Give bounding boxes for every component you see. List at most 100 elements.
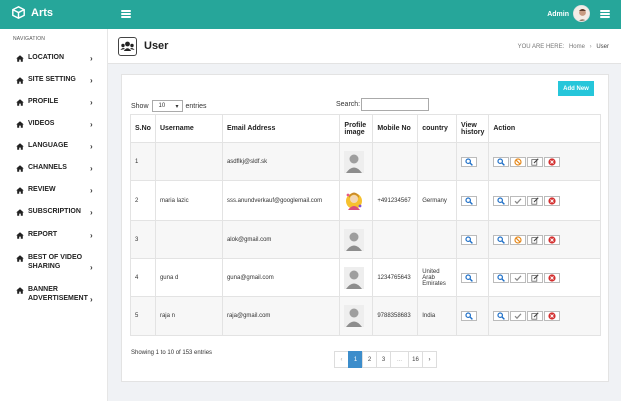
default-avatar-icon xyxy=(344,305,368,327)
brand[interactable]: Arts xyxy=(12,6,53,19)
edit-icon[interactable] xyxy=(527,272,544,283)
chevron-right-icon: › xyxy=(90,98,93,107)
default-avatar-icon xyxy=(344,228,368,251)
delete-icon[interactable] xyxy=(544,156,561,167)
approve-check-icon[interactable] xyxy=(510,195,527,206)
add-new-button[interactable]: Add New xyxy=(558,81,594,96)
mobile-cell: 1234765643 xyxy=(372,258,419,297)
sidebar-item-label: LOCATION xyxy=(28,54,65,61)
view-search-icon[interactable] xyxy=(493,272,510,283)
home-icon xyxy=(16,143,24,150)
actions-cell xyxy=(488,180,601,221)
page-title: User xyxy=(144,40,169,52)
pagination-next-button[interactable]: › xyxy=(422,351,437,368)
sidebar-item-label: SUBSCRIPTION xyxy=(28,208,81,215)
serial-number-cell: 5 xyxy=(130,296,156,336)
delete-icon[interactable] xyxy=(544,234,561,245)
pagination-page-button[interactable]: 3 xyxy=(376,351,391,368)
view-history-search-icon[interactable] xyxy=(461,272,478,283)
mobile-cell xyxy=(372,220,419,259)
view-search-icon[interactable] xyxy=(493,195,510,206)
search-box: Search: xyxy=(336,98,430,111)
home-icon xyxy=(16,99,24,106)
view-history-cell xyxy=(456,142,490,181)
email-cell: alok@gmail.com xyxy=(221,220,341,259)
sidebar-item-label: REPORT xyxy=(28,231,58,238)
chevron-right-icon: › xyxy=(90,76,93,85)
top-bar: Arts Admin xyxy=(0,0,621,29)
search-input[interactable] xyxy=(361,98,430,111)
pagination-page-button[interactable]: ... xyxy=(390,351,409,368)
country-cell xyxy=(417,142,458,181)
chevron-right-icon: › xyxy=(90,54,93,63)
menu-toggle-icon[interactable] xyxy=(121,10,131,18)
delete-icon[interactable] xyxy=(544,272,561,283)
sidebar-item-label: CHANNELS xyxy=(28,164,67,171)
pagination-prev-button[interactable]: ‹ xyxy=(334,351,349,368)
view-history-cell xyxy=(456,180,490,221)
search-label: Search: xyxy=(336,101,361,108)
edit-icon[interactable] xyxy=(527,311,544,321)
column-header: View history xyxy=(456,114,490,143)
delete-icon[interactable] xyxy=(544,311,561,321)
chevron-down-icon: ▾ xyxy=(175,103,179,110)
home-icon xyxy=(16,287,24,294)
chevron-right-icon: › xyxy=(90,164,93,173)
home-icon xyxy=(16,121,24,128)
username-cell: maria lazic xyxy=(154,180,223,221)
chevron-right-icon: › xyxy=(90,231,93,240)
approve-check-icon[interactable] xyxy=(510,311,527,321)
profile-image-cell xyxy=(339,180,374,221)
actions-cell xyxy=(488,142,601,181)
home-icon xyxy=(16,209,24,216)
block-icon[interactable] xyxy=(510,234,527,245)
username-cell: raja n xyxy=(154,296,223,336)
pagination-page-button[interactable]: 16 xyxy=(408,351,423,368)
edit-icon[interactable] xyxy=(527,195,544,206)
actions-cell xyxy=(488,258,601,297)
table-row: 5 raja n raja@gmail.com 9788358683 India xyxy=(130,296,601,336)
view-history-search-icon[interactable] xyxy=(461,311,478,321)
email-cell: raja@gmail.com xyxy=(221,296,341,336)
view-history-cell xyxy=(456,220,490,259)
column-header: Email Address xyxy=(221,114,341,143)
column-header: Username xyxy=(154,114,223,143)
breadcrumb-home-link[interactable]: Home xyxy=(569,44,585,50)
profile-image-cell xyxy=(339,142,374,181)
delete-icon[interactable] xyxy=(544,195,561,206)
country-cell: Germany xyxy=(417,180,458,221)
entries-select[interactable]: 10 ▾ xyxy=(151,100,183,112)
view-search-icon[interactable] xyxy=(493,156,510,167)
view-search-icon[interactable] xyxy=(493,311,510,321)
chevron-right-icon: › xyxy=(90,263,93,272)
admin-name[interactable]: Admin xyxy=(547,11,569,18)
chevron-right-icon: › xyxy=(90,120,93,129)
username-cell xyxy=(154,220,223,259)
pagination-page-button[interactable]: 1 xyxy=(348,351,363,368)
view-search-icon[interactable] xyxy=(493,234,510,245)
home-icon xyxy=(16,77,24,84)
block-icon[interactable] xyxy=(510,156,527,167)
view-history-search-icon[interactable] xyxy=(461,234,478,245)
view-history-search-icon[interactable] xyxy=(461,156,478,167)
mobile-cell: +491234567 xyxy=(372,180,419,221)
email-cell: sss.anundverkauf@googlemail.com xyxy=(221,180,341,221)
view-history-search-icon[interactable] xyxy=(461,195,478,206)
mobile-cell: 9788358683 xyxy=(372,296,419,336)
breadcrumb-current: User xyxy=(596,44,609,50)
home-icon xyxy=(16,55,24,62)
profile-image-cell xyxy=(339,296,374,336)
avatar[interactable] xyxy=(573,5,590,22)
nav-heading: NAVIGATION xyxy=(13,36,46,42)
sidebar-item-label: VIDEOS xyxy=(28,120,55,127)
users-card: Add New Show 10 ▾ entries Search: S.No Us… xyxy=(121,74,609,382)
right-menu-icon[interactable] xyxy=(600,10,610,18)
edit-icon[interactable] xyxy=(527,234,544,245)
pagination-page-button[interactable]: 2 xyxy=(362,351,377,368)
default-avatar-icon xyxy=(344,150,368,173)
table-info: Showing 1 to 10 of 153 entries xyxy=(131,350,213,356)
approve-check-icon[interactable] xyxy=(510,272,527,283)
country-cell: India xyxy=(417,296,458,336)
edit-icon[interactable] xyxy=(527,156,544,167)
view-history-cell xyxy=(456,258,490,297)
